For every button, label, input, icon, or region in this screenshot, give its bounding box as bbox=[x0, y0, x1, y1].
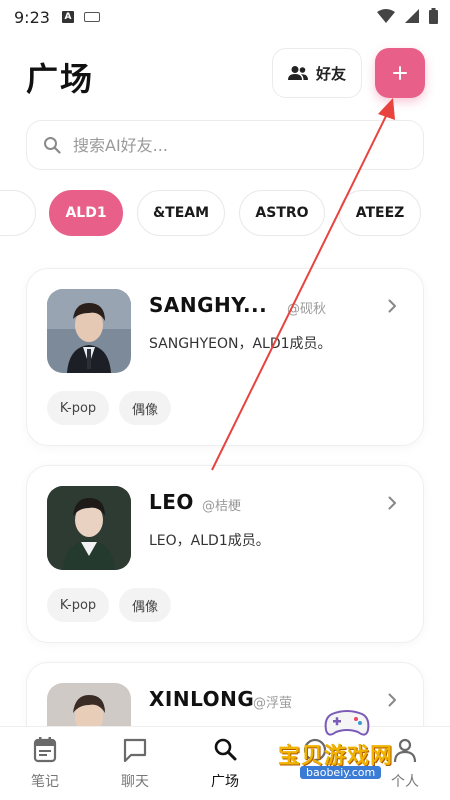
search-input[interactable] bbox=[73, 135, 373, 155]
plus-icon bbox=[393, 66, 407, 80]
avatar bbox=[47, 289, 131, 373]
friends-button[interactable]: 好友 bbox=[272, 48, 362, 98]
chevron-right-icon[interactable] bbox=[388, 496, 397, 510]
nav-item-chat[interactable]: 聊天 bbox=[105, 737, 165, 793]
card-name: XINLONG bbox=[149, 687, 255, 711]
friends-label: 好友 bbox=[315, 64, 346, 83]
chip-label: ALD1 bbox=[65, 205, 107, 221]
status-time: 9:23 bbox=[14, 7, 50, 27]
nav-item-notes[interactable]: 笔记 bbox=[15, 737, 75, 793]
chevron-right-icon[interactable] bbox=[388, 299, 397, 313]
tag: 偶像 bbox=[119, 391, 171, 425]
chip-label: &TEAM bbox=[152, 205, 210, 221]
battery-icon bbox=[429, 8, 438, 24]
chip-ateez[interactable]: ATEEZ bbox=[339, 190, 421, 236]
search-icon bbox=[44, 137, 61, 154]
card-handle: @桔梗 bbox=[202, 499, 242, 514]
notebook-icon bbox=[33, 737, 57, 763]
watermark-url: baobeiy.com bbox=[300, 766, 382, 779]
a-notification-icon: A bbox=[61, 11, 74, 23]
chip-ald1[interactable]: ALD1 bbox=[49, 190, 123, 236]
chip-label: ATEEZ bbox=[355, 205, 405, 221]
chevron-right-icon[interactable] bbox=[388, 693, 397, 707]
chip-partial[interactable] bbox=[0, 190, 36, 236]
status-left-icons: A bbox=[61, 11, 100, 23]
keyboard-icon bbox=[83, 12, 100, 22]
nav-label: 笔记 bbox=[31, 774, 59, 790]
status-bar: 9:23 A bbox=[0, 0, 450, 34]
tag: 偶像 bbox=[119, 588, 171, 622]
category-chips: ALD1 &TEAM ASTRO ATEEZ bbox=[0, 190, 450, 238]
gamepad-icon bbox=[324, 710, 370, 736]
tag: K-pop bbox=[47, 588, 109, 622]
card-description: LEO，ALD1成员。 bbox=[149, 533, 270, 549]
search-box[interactable] bbox=[26, 120, 424, 170]
character-card[interactable]: SANGHY... @砚秋 SANGHYEON，ALD1成员。 K-pop 偶像 bbox=[26, 268, 424, 446]
chat-icon bbox=[123, 738, 147, 763]
card-name: SANGHY... bbox=[149, 293, 268, 317]
character-card[interactable]: LEO @桔梗 LEO，ALD1成员。 K-pop 偶像 bbox=[26, 465, 424, 643]
chip-astro[interactable]: ASTRO bbox=[239, 190, 325, 236]
chip-label: ASTRO bbox=[255, 205, 309, 221]
card-handle: @砚秋 bbox=[287, 302, 327, 317]
wifi-icon bbox=[377, 9, 395, 23]
header: 广场 好友 bbox=[0, 34, 450, 114]
card-description: SANGHYEON，ALD1成员。 bbox=[149, 336, 332, 352]
status-right-icons bbox=[377, 8, 438, 24]
watermark-logo: 宝贝游戏网 baobeiy.com bbox=[278, 706, 428, 790]
card-name: LEO bbox=[149, 490, 194, 514]
nav-label: 聊天 bbox=[121, 774, 149, 790]
add-button[interactable] bbox=[375, 48, 425, 98]
avatar bbox=[47, 486, 131, 570]
nav-item-plaza[interactable]: 广场 bbox=[195, 737, 255, 793]
page-title: 广场 bbox=[26, 60, 95, 98]
users-icon bbox=[287, 66, 308, 80]
search-icon bbox=[214, 738, 237, 761]
tag: K-pop bbox=[47, 391, 109, 425]
nav-label: 广场 bbox=[211, 774, 239, 790]
chip-team[interactable]: &TEAM bbox=[137, 190, 225, 236]
cellular-icon bbox=[405, 9, 419, 23]
